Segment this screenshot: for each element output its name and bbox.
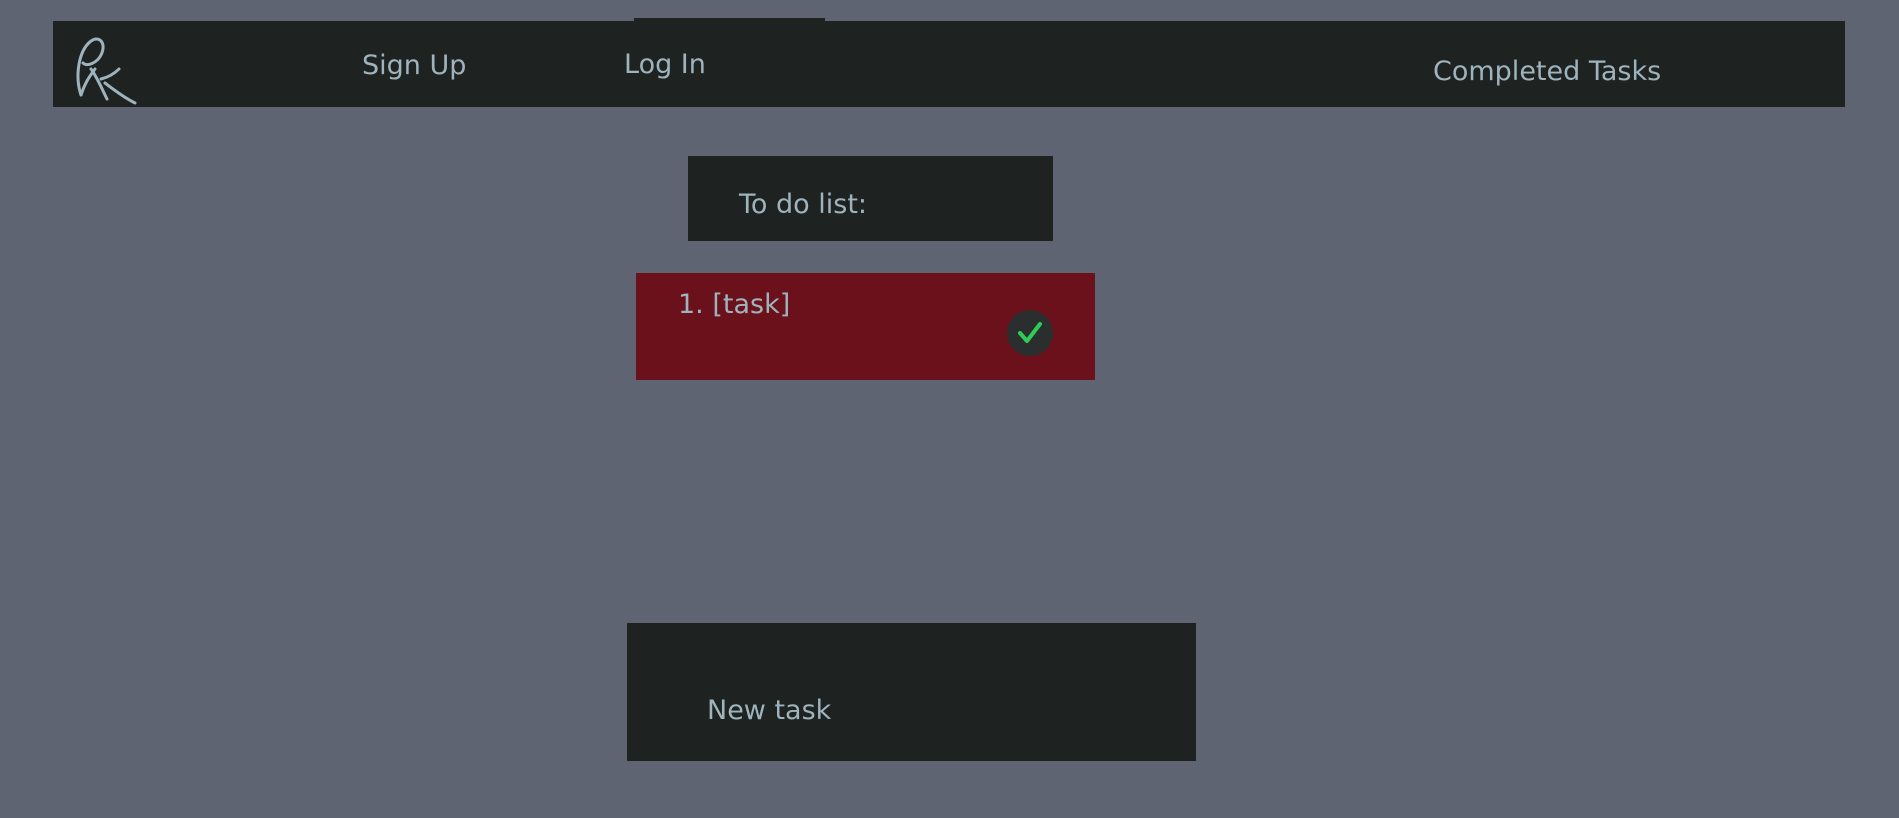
logo-icon[interactable] — [71, 33, 141, 105]
nav-link-sign-up[interactable]: Sign Up — [362, 52, 466, 79]
active-tab-indicator — [634, 18, 825, 21]
task-card: 1. [task] — [636, 273, 1095, 380]
new-task-input[interactable] — [627, 623, 1196, 761]
navbar: Sign Up Log In Completed Tasks — [53, 21, 1845, 107]
task-label: 1. [task] — [678, 289, 791, 320]
todo-list-header: To do list: — [688, 156, 1053, 241]
nav-link-log-in[interactable]: Log In — [624, 51, 706, 78]
new-task-container — [627, 623, 1196, 761]
todo-list-title: To do list: — [739, 189, 867, 220]
complete-task-button[interactable] — [1007, 310, 1053, 356]
check-icon — [1018, 322, 1042, 343]
nav-link-completed-tasks[interactable]: Completed Tasks — [1433, 58, 1661, 85]
